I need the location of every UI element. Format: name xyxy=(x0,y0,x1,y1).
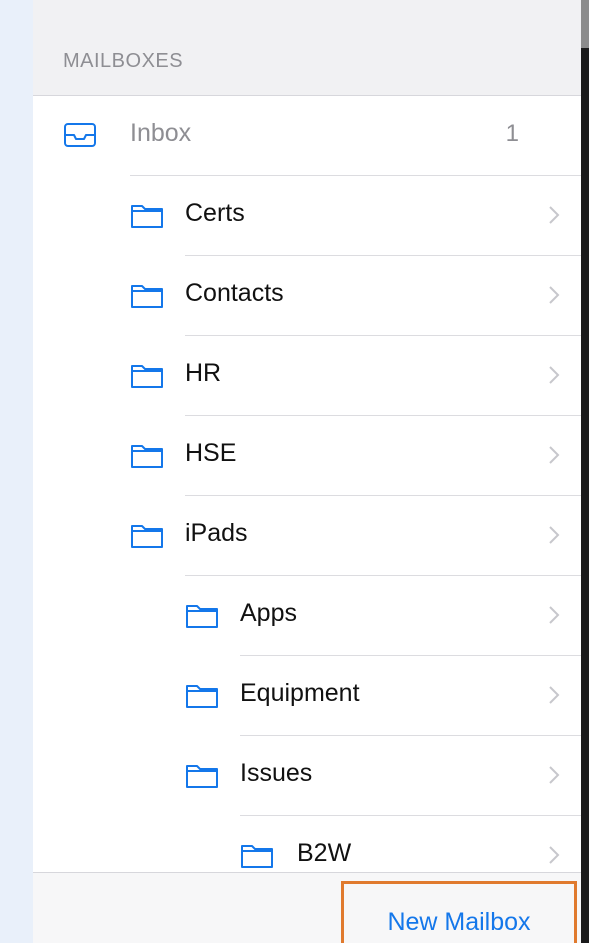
mailbox-row-certs[interactable]: Certs xyxy=(33,176,581,256)
chevron-right-icon xyxy=(549,366,560,384)
mailbox-row-inbox[interactable]: Inbox 1 xyxy=(33,96,581,176)
folder-icon xyxy=(131,365,163,388)
mailbox-label: Equipment xyxy=(240,679,360,707)
folder-icon xyxy=(131,285,163,308)
folder-icon xyxy=(131,525,163,548)
unread-count: 1 xyxy=(505,120,519,147)
folder-icon xyxy=(186,685,218,708)
mailbox-label: Issues xyxy=(240,759,313,787)
folder-icon xyxy=(186,765,218,788)
mailboxes-panel: MAILBOXES Inbox 1 Certs Contacts HR HSE … xyxy=(33,0,581,943)
mailbox-label: iPads xyxy=(185,519,248,547)
inbox-tray-icon xyxy=(64,123,96,147)
mailbox-label: Certs xyxy=(185,199,245,227)
new-mailbox-button[interactable]: New Mailbox xyxy=(341,881,577,943)
mailbox-row-equipment[interactable]: Equipment xyxy=(33,656,581,736)
bottom-toolbar: New Mailbox xyxy=(33,872,581,943)
mailbox-row-apps[interactable]: Apps xyxy=(33,576,581,656)
mailbox-row-ipads[interactable]: iPads xyxy=(33,496,581,576)
left-gutter xyxy=(0,0,33,943)
mailbox-label: Apps xyxy=(240,599,297,627)
mail-mailboxes-screen: MAILBOXES Inbox 1 Certs Contacts HR HSE … xyxy=(0,0,589,943)
section-header-label: MAILBOXES xyxy=(63,50,184,72)
folder-icon xyxy=(131,205,163,228)
folder-icon xyxy=(241,845,273,868)
mailbox-label: Inbox xyxy=(130,119,192,147)
mailbox-label: HR xyxy=(185,359,222,387)
chevron-right-icon xyxy=(549,446,560,464)
chevron-right-icon xyxy=(549,606,560,624)
right-edge-divider xyxy=(581,0,589,943)
mailbox-row-hse[interactable]: HSE xyxy=(33,416,581,496)
mailbox-row-hr[interactable]: HR xyxy=(33,336,581,416)
chevron-right-icon xyxy=(549,846,560,864)
section-header: MAILBOXES xyxy=(33,0,581,96)
mailbox-label: HSE xyxy=(185,439,237,467)
mailbox-label: B2W xyxy=(297,839,352,867)
chevron-right-icon xyxy=(549,206,560,224)
mailbox-row-issues[interactable]: Issues xyxy=(33,736,581,816)
chevron-right-icon xyxy=(549,526,560,544)
chevron-right-icon xyxy=(549,286,560,304)
chevron-right-icon xyxy=(549,686,560,704)
mailbox-label: Contacts xyxy=(185,279,284,307)
chevron-right-icon xyxy=(549,766,560,784)
folder-icon xyxy=(131,445,163,468)
folder-icon xyxy=(186,605,218,628)
mailbox-row-contacts[interactable]: Contacts xyxy=(33,256,581,336)
right-edge-divider-top xyxy=(581,0,589,48)
